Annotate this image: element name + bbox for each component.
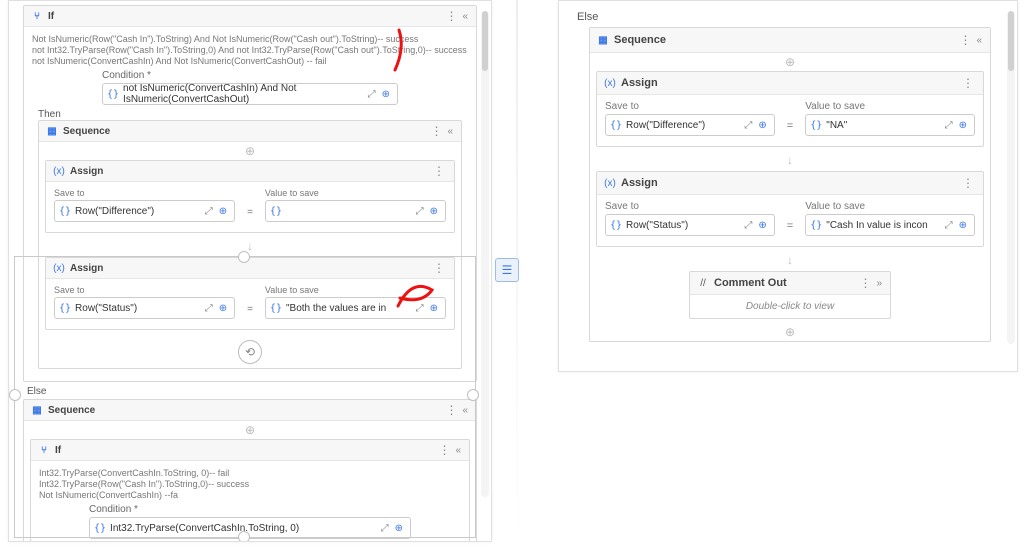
sequence-icon: ▦ (45, 124, 59, 138)
resize-handle[interactable] (238, 251, 250, 263)
save-to-label: Save to (54, 188, 235, 198)
comment-line: not IsNumeric(ConvertCashIn) And Not IsN… (32, 56, 468, 66)
equals-label: = (787, 220, 793, 236)
more-menu-icon[interactable]: ⋮ (960, 176, 977, 190)
resize-handle[interactable] (238, 531, 250, 542)
more-menu-icon[interactable]: ⋮ (443, 9, 460, 23)
flow-arrow-icon: ↓ (590, 253, 990, 267)
add-activity-icon[interactable]: ⊕ (39, 144, 461, 158)
sequence-activity[interactable]: ▦ Sequence ⋮ « ⊕ (x) Assign ⋮ Save to {} (589, 27, 991, 342)
expression-icon: {} (810, 220, 822, 231)
flow-arrow-icon: ↓ (39, 239, 461, 253)
expand-icon[interactable]: ⤢ (942, 220, 956, 231)
assign-activity[interactable]: (x) Assign ⋮ Save to {} Row("Difference"… (596, 71, 984, 147)
save-to-label: Save to (605, 101, 775, 112)
activity-title: Assign (621, 77, 658, 89)
expand-icon[interactable]: ⤢ (942, 120, 956, 131)
assign-icon: (x) (52, 164, 66, 178)
more-menu-icon[interactable]: ⋮ (857, 276, 874, 290)
add-activity-icon[interactable]: ⊕ (590, 55, 990, 69)
value-input[interactable]: {} "Cash In value is incon ⤢ ⊕ (805, 214, 975, 236)
more-menu-icon[interactable]: ⋮ (428, 124, 445, 138)
flow-arrow-icon: ↓ (590, 153, 990, 167)
expand-icon[interactable]: ⤢ (365, 89, 379, 100)
value-to-save-label: Value to save (805, 201, 975, 212)
scrollbar[interactable] (481, 11, 489, 497)
else-label: Else (577, 11, 1017, 23)
expand-icon[interactable]: ⤢ (741, 120, 755, 131)
activity-title: Assign (70, 166, 103, 177)
add-icon[interactable]: ⊕ (755, 220, 769, 231)
comment-line: not Int32.TryParse(Row("Cash In").ToStri… (32, 45, 468, 55)
container-menu-icon[interactable]: ☰ (495, 258, 519, 282)
add-icon[interactable]: ⊕ (216, 206, 230, 217)
branch-icon: ⑂ (30, 9, 44, 23)
assign-icon: (x) (603, 176, 617, 190)
sequence-icon: ▦ (596, 33, 610, 47)
activity-title: Sequence (63, 126, 110, 137)
activity-title: Assign (621, 177, 658, 189)
expand-icon[interactable]: ⤢ (741, 220, 755, 231)
save-to-input[interactable]: {} Row("Status") ⤢ ⊕ (605, 214, 775, 236)
save-to-input[interactable]: {} Row("Difference") ⤢ ⊕ (54, 200, 235, 222)
assign-activity[interactable]: (x) Assign ⋮ Save to {} Row("Difference"… (45, 160, 455, 233)
right-workflow-pane: Else ▦ Sequence ⋮ « ⊕ (x) Assign ⋮ Save … (558, 0, 1018, 372)
more-menu-icon[interactable]: ⋮ (431, 164, 448, 178)
condition-input[interactable]: {} not IsNumeric(ConvertCashIn) And Not … (102, 83, 398, 105)
value-input[interactable]: {} "NA" ⤢ ⊕ (805, 114, 975, 136)
expression-icon: {} (810, 120, 822, 131)
assign-icon: (x) (603, 76, 617, 90)
expression-icon: {} (610, 120, 622, 131)
add-icon[interactable]: ⊕ (956, 220, 970, 231)
activity-title: Comment Out (714, 277, 787, 289)
more-menu-icon[interactable]: ⋮ (957, 33, 974, 47)
value-to-save-label: Value to save (265, 188, 446, 198)
collapse-icon[interactable]: « (460, 11, 470, 22)
resize-handle[interactable] (9, 389, 21, 401)
expression-icon: {} (270, 206, 282, 217)
expression-icon: {} (610, 220, 622, 231)
equals-label: = (787, 120, 793, 136)
expand-icon[interactable]: » (874, 278, 884, 289)
expand-icon[interactable]: ⤢ (413, 206, 427, 217)
comment-line: Not IsNumeric(Row("Cash In").ToString) A… (32, 34, 468, 44)
assign-activity[interactable]: (x) Assign ⋮ Save to {} Row("Status") ⤢ … (596, 171, 984, 247)
equals-label: = (247, 207, 253, 222)
comment-icon: // (696, 276, 710, 290)
scrollbar[interactable] (1007, 11, 1015, 344)
collapse-icon[interactable]: « (445, 126, 455, 137)
save-to-input[interactable]: {} Row("Difference") ⤢ ⊕ (605, 114, 775, 136)
left-workflow-pane: ⑂ If ⋮ « Not IsNumeric(Row("Cash In").To… (8, 0, 492, 542)
then-label: Then (38, 109, 468, 120)
more-menu-icon[interactable]: ⋮ (960, 76, 977, 90)
expression-icon: {} (107, 89, 119, 100)
comment-out-activity[interactable]: // Comment Out ⋮ » Double-click to view (689, 271, 891, 319)
collapse-icon[interactable]: « (974, 35, 984, 46)
comment-placeholder[interactable]: Double-click to view (690, 295, 890, 318)
expand-icon[interactable]: ⤢ (202, 206, 216, 217)
add-icon[interactable]: ⊕ (755, 120, 769, 131)
value-input[interactable]: {} ⤢ ⊕ (265, 200, 446, 222)
expression-icon: {} (59, 206, 71, 217)
add-activity-icon[interactable]: ⊕ (590, 325, 990, 339)
activity-title: Sequence (614, 34, 666, 46)
resize-handle[interactable] (467, 389, 479, 401)
condition-label: Condition * (102, 70, 398, 81)
activity-title: If (48, 11, 54, 22)
add-icon[interactable]: ⊕ (427, 206, 441, 217)
add-icon[interactable]: ⊕ (956, 120, 970, 131)
save-to-label: Save to (605, 201, 775, 212)
value-to-save-label: Value to save (805, 101, 975, 112)
add-icon[interactable]: ⊕ (379, 89, 393, 100)
selection-outline (14, 256, 476, 538)
